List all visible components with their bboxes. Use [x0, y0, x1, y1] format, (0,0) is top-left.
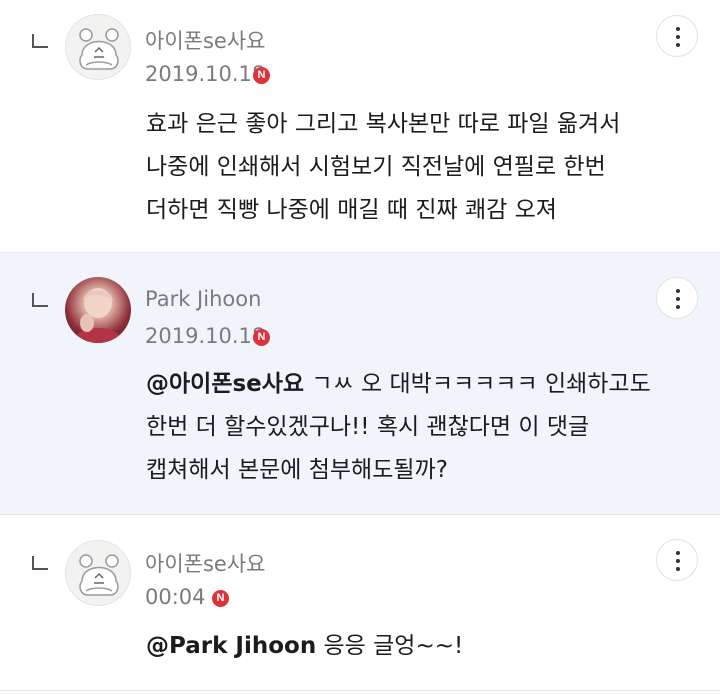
comment-line: 캡쳐해서 본문에 첨부해도될까? [146, 457, 448, 483]
reply-arrow-icon [32, 556, 48, 570]
profile-photo-avatar [73, 288, 123, 343]
avatar[interactable] [65, 277, 131, 343]
new-badge: N [253, 329, 270, 346]
more-options-button[interactable] [656, 539, 698, 581]
new-badge: N [212, 590, 229, 607]
more-options-button[interactable] [656, 15, 698, 57]
nickname[interactable]: 아이폰se사요 [145, 25, 265, 55]
comment-line: 더하면 직빵 나중에 매길 때 진짜 쾌감 오져 [146, 197, 557, 223]
reply-comment: 아이폰se사요 2019.10.18 N 효과 은근 좋아 그리고 복사본만 따… [0, 0, 720, 253]
reply-comment: 아이폰se사요 00:04 N @Park Jihoon 응응 글엉~~! [0, 515, 720, 691]
more-options-button[interactable] [656, 277, 698, 319]
sheep-avatar-icon [79, 554, 119, 596]
sheep-avatar-icon [79, 28, 119, 70]
nickname[interactable]: Park Jihoon [145, 287, 261, 311]
comment-text: 효과 은근 좋아 그리고 복사본만 따로 파일 옮겨서 나중에 인쇄해서 시험보… [146, 103, 706, 232]
comment-line: 응응 글엉~~! [316, 633, 464, 659]
reply-arrow-icon [32, 293, 48, 307]
comment-text: @아이폰se사요 ㄱㅆ 오 대박ㅋㅋㅋㅋㅋ 인쇄하고도 한번 더 할수있겠구나!… [146, 363, 706, 492]
comment-line: 한번 더 할수있겠구나!! 혹시 괜찮다면 이 댓글 [146, 414, 590, 440]
comment-date: 2019.10.18 [145, 324, 266, 348]
comment-line: ㄱㅆ 오 대박ㅋㅋㅋㅋㅋ 인쇄하고도 [304, 371, 651, 397]
reply-comment-highlighted: Park Jihoon 2019.10.18 N @아이폰se사요 ㄱㅆ 오 대… [0, 253, 720, 515]
comment-line: 효과 은근 좋아 그리고 복사본만 따로 파일 옮겨서 [146, 111, 621, 137]
comment-line: 나중에 인쇄해서 시험보기 직전날에 연필로 한번 [146, 154, 606, 180]
nickname[interactable]: 아이폰se사요 [145, 548, 265, 578]
avatar[interactable] [65, 540, 131, 606]
mention-link[interactable]: @Park Jihoon [146, 633, 316, 659]
mention-link[interactable]: @아이폰se사요 [146, 371, 304, 397]
new-badge: N [253, 67, 270, 84]
avatar[interactable] [65, 14, 131, 80]
comment-date: 2019.10.18 [145, 62, 266, 86]
comment-date: 00:04 [145, 585, 206, 609]
comment-text: @Park Jihoon 응응 글엉~~! [146, 625, 706, 668]
reply-arrow-icon [32, 34, 48, 48]
